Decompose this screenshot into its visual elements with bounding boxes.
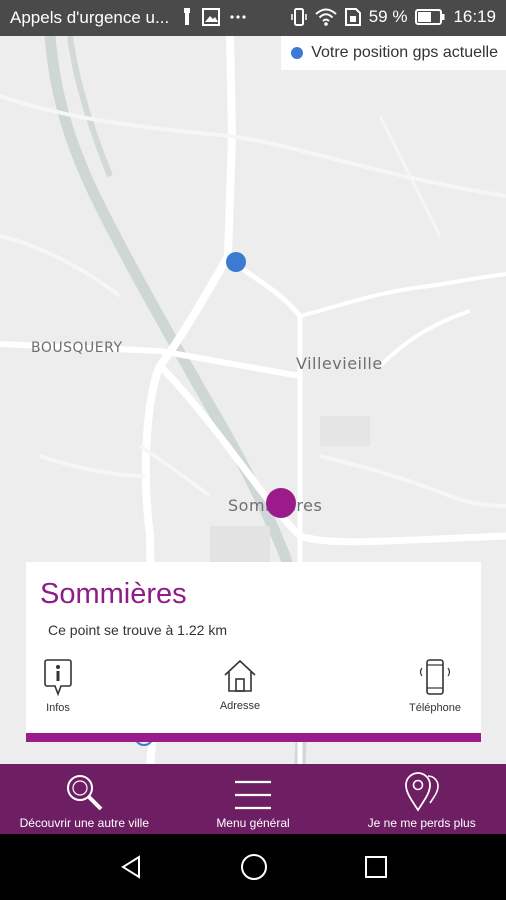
hamburger-menu-icon xyxy=(235,780,271,810)
infos-button[interactable]: Infos xyxy=(8,658,108,714)
nav-main-menu[interactable]: Menu général xyxy=(169,764,338,834)
status-bar: Appels d'urgence u... 59 % 16:19 xyxy=(0,0,506,36)
battery-percent: 59 % xyxy=(368,7,408,26)
distance-text: Ce point se trouve à 1.22 km xyxy=(48,622,227,638)
city-title: Sommières xyxy=(40,578,187,610)
gps-position-marker[interactable] xyxy=(226,252,246,272)
city-marker-sommieres[interactable] xyxy=(266,488,296,518)
flashlight-icon xyxy=(184,8,190,25)
adresse-button[interactable]: Adresse xyxy=(190,658,290,712)
map-label-villevieille: Villevieille xyxy=(296,354,383,373)
home-icon xyxy=(224,659,256,692)
info-icon xyxy=(44,659,72,696)
status-time: 16:19 xyxy=(453,7,496,26)
app-bottom-nav: Découvrir une autre ville Menu général J… xyxy=(0,764,506,834)
battery-icon xyxy=(415,9,445,25)
map-label-bousquery: BOUSQUERY xyxy=(31,340,123,356)
notification-icons xyxy=(182,8,246,26)
recents-icon[interactable] xyxy=(364,855,388,879)
nav-discover-city[interactable]: Découvrir une autre ville xyxy=(0,764,169,834)
nav-discover-label: Découvrir une autre ville xyxy=(19,816,150,830)
image-icon xyxy=(202,8,220,26)
location-pins-icon xyxy=(404,772,439,812)
wifi-icon xyxy=(315,8,337,26)
gps-legend-label: Votre position gps actuelle xyxy=(311,44,498,61)
gps-legend: Votre position gps actuelle xyxy=(281,36,506,70)
city-info-card: Sommières Ce point se trouve à 1.22 km I… xyxy=(26,562,481,742)
more-dots-icon xyxy=(230,15,246,19)
nav-dont-get-lost[interactable]: Je ne me perds plus xyxy=(337,764,506,834)
nav-menu-label: Menu général xyxy=(216,816,290,830)
status-app-title: Appels d'urgence u... xyxy=(10,8,170,27)
card-accent-bar xyxy=(26,733,481,742)
back-icon[interactable] xyxy=(118,854,144,880)
phone-icon xyxy=(419,659,451,695)
system-icons: 59 % 16:19 xyxy=(290,7,496,27)
system-nav-bar xyxy=(0,834,506,900)
vibrate-icon xyxy=(290,8,307,26)
adresse-label: Adresse xyxy=(219,700,261,712)
home-circle-icon[interactable] xyxy=(240,853,268,881)
gps-legend-dot xyxy=(291,47,304,59)
telephone-button[interactable]: Téléphone xyxy=(385,658,485,714)
nav-lost-label: Je ne me perds plus xyxy=(367,816,476,830)
search-icon xyxy=(67,775,103,811)
telephone-label: Téléphone xyxy=(409,702,461,714)
infos-label: Infos xyxy=(46,702,70,714)
sim-icon xyxy=(344,8,361,26)
